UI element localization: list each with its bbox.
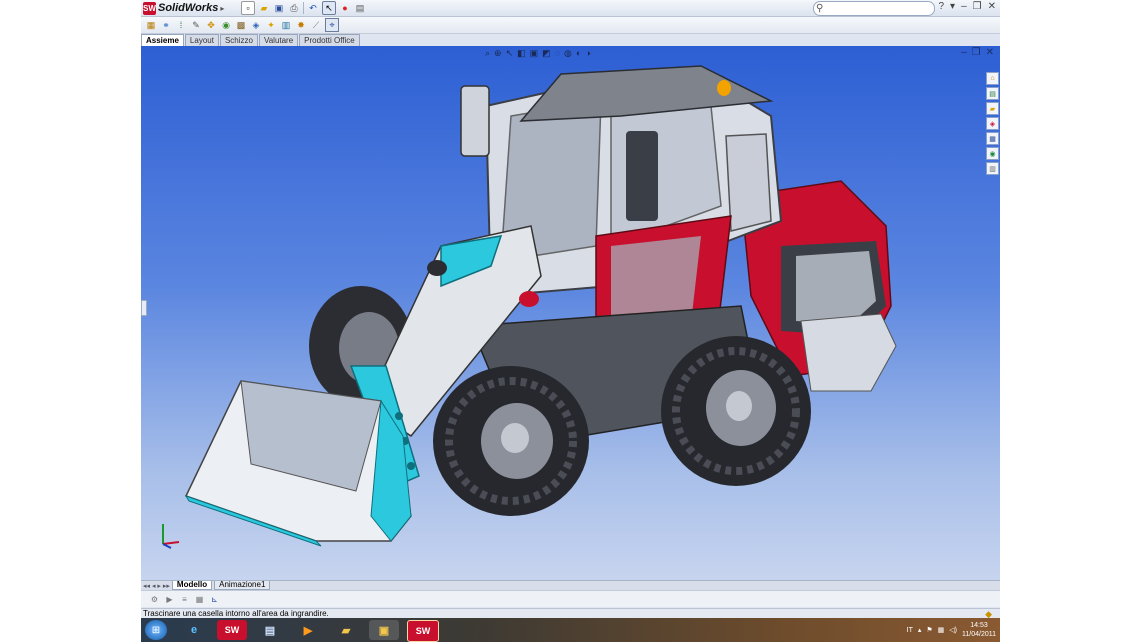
solidworks-window: SW SolidWorks ▸ ▫ ▰ ▣ ⎙ ↶ ↖ ● ▤ ⚲ ? ▾ – … <box>141 0 1000 618</box>
rebuild-icon[interactable]: ● <box>339 2 351 14</box>
document-icon[interactable]: ▤ <box>255 620 285 640</box>
search-results-icon[interactable]: ◈ <box>986 117 999 130</box>
tab-layout[interactable]: Layout <box>184 34 219 46</box>
clock-date: 11/04/2011 <box>962 631 996 638</box>
results-plot-icon[interactable]: ⊾ <box>209 594 220 605</box>
solidworks-resources-icon[interactable]: ⌂ <box>986 72 999 85</box>
custom-properties-icon[interactable]: ▥ <box>986 162 999 175</box>
exploded-view-icon[interactable]: ✸ <box>295 19 307 31</box>
linear-pattern-icon[interactable]: ⁞ <box>175 19 187 31</box>
menu-arrow-icon[interactable]: ▸ <box>220 4 224 13</box>
action-center-icon[interactable]: ⚑ <box>926 626 932 634</box>
appearances-icon[interactable]: ◉ <box>986 147 999 160</box>
model-tabs-bar: ◂◂ ◂ ▸ ▸▸ Modello Animazione1 <box>141 580 1000 590</box>
search-input[interactable] <box>823 3 928 14</box>
tab-assieme[interactable]: Assieme <box>141 34 184 46</box>
solidworks-taskbar-icon[interactable]: SW <box>217 620 247 640</box>
tab-prodotti-office[interactable]: Prodotti Office <box>299 34 360 46</box>
app-title: SolidWorks <box>158 2 219 14</box>
folder-icon[interactable]: ▰ <box>331 620 361 640</box>
volume-icon[interactable]: ◁) <box>949 626 957 634</box>
media-player-icon[interactable]: ▶ <box>293 620 323 640</box>
quick-access-toolbar: ▫ ▰ ▣ ⎙ ↶ ↖ ● ▤ <box>241 1 366 15</box>
command-manager-tabs: Assieme Layout Schizzo Valutare Prodotti… <box>141 34 360 46</box>
view-palette-icon[interactable]: ▦ <box>986 132 999 145</box>
reference-geometry-icon[interactable]: ◈ <box>250 19 262 31</box>
smart-fasteners-icon[interactable]: ✎ <box>190 19 202 31</box>
rear-wheel[interactable] <box>661 336 811 486</box>
minimize-button[interactable]: – <box>961 1 967 12</box>
title-bar: SW SolidWorks ▸ ▫ ▰ ▣ ⎙ ↶ ↖ ● ▤ ⚲ ? ▾ – … <box>141 0 1000 17</box>
bill-of-materials-icon[interactable]: ▥ <box>280 19 292 31</box>
new-motion-study-icon[interactable]: ✦ <box>265 19 277 31</box>
play-icon[interactable]: ▶ <box>164 594 175 605</box>
restore-button[interactable]: ❐ <box>973 1 982 12</box>
task-pane-tabs: ⌂ ▤ ▰ ◈ ▦ ◉ ▥ <box>986 72 1000 175</box>
undo-icon[interactable]: ↶ <box>307 2 319 14</box>
design-library-icon[interactable]: ▤ <box>986 87 999 100</box>
front-wheel[interactable] <box>433 366 589 516</box>
network-icon[interactable]: ▦ <box>938 626 945 634</box>
clock-time: 14:53 <box>970 622 988 629</box>
windows-taskbar: ⊞ e SW ▤ ▶ ▰ ▣ SW IT ▴ ⚑ ▦ ◁) 14:53 11/0… <box>141 618 1000 642</box>
language-indicator[interactable]: IT <box>907 627 913 634</box>
move-component-icon[interactable]: ✥ <box>205 19 217 31</box>
rebuild-status-icon[interactable]: ◆ <box>985 609 992 618</box>
options-icon[interactable]: ▤ <box>354 2 366 14</box>
timeline-icon[interactable]: ≡ <box>179 594 190 605</box>
help-dropdown-icon[interactable]: ▾ <box>950 1 955 12</box>
solidworks-logo-icon: SW <box>143 1 156 15</box>
tray-arrow-icon[interactable]: ▴ <box>918 626 922 634</box>
clock[interactable]: 14:53 11/04/2011 <box>962 621 996 639</box>
calculate-icon[interactable]: ⚙ <box>149 594 160 605</box>
tab-animazione1[interactable]: Animazione1 <box>214 581 271 590</box>
wheel-loader-model <box>184 65 897 547</box>
search-box[interactable]: ⚲ <box>813 1 935 16</box>
explode-line-icon[interactable]: ⟋ <box>310 19 322 31</box>
print-icon[interactable]: ⎙ <box>288 2 300 14</box>
loader-bucket <box>184 380 412 547</box>
window-controls: ? ▾ – ❐ ✕ <box>938 1 996 12</box>
toolbar-separator <box>303 2 304 14</box>
tab-schizzo[interactable]: Schizzo <box>219 34 258 46</box>
tab-modello[interactable]: Modello <box>171 581 213 590</box>
solidworks-active-window-icon[interactable]: SW <box>407 620 439 642</box>
command-manager-toolbar: ▦ ⚭ ⁞ ✎ ✥ ◉ ▩ ◈ ✦ ▥ ✸ ⟋ ⌖ <box>141 17 1000 34</box>
app-logo[interactable]: SW SolidWorks ▸ <box>143 1 224 15</box>
motion-study-toolbar: ⚙ ▶ ≡ ▦ ⊾ <box>141 590 1000 607</box>
search-icon: ⚲ <box>816 3 824 14</box>
start-button[interactable]: ⊞ <box>145 620 167 640</box>
insert-component-icon[interactable]: ▦ <box>145 19 157 31</box>
internet-explorer-icon[interactable]: e <box>179 620 209 640</box>
status-bar: Trascinare una casella intorno all'area … <box>141 608 1000 618</box>
graphics-viewport[interactable]: ⌕ ⊕ ↖ ◧ ▣ ◩ ◌ ◍ ◐ ◑ – ❐ ✕ ⌂ ▤ ▰ ◈ ▦ ◉ ▥ <box>141 46 1000 580</box>
new-document-icon[interactable]: ▫ <box>241 1 255 15</box>
assembly-features-icon[interactable]: ▩ <box>235 19 247 31</box>
status-message: Trascinare una casella intorno all'area … <box>143 609 329 618</box>
open-folder-icon[interactable]: ▰ <box>258 2 270 14</box>
reference-triad-icon <box>162 524 180 549</box>
close-button[interactable]: ✕ <box>988 1 996 12</box>
system-tray: IT ▴ ⚑ ▦ ◁) 14:53 11/04/2011 <box>907 619 996 641</box>
network-folder-icon[interactable]: ▣ <box>369 620 399 640</box>
file-explorer-icon[interactable]: ▰ <box>986 102 999 115</box>
show-hidden-icon[interactable]: ◉ <box>220 19 232 31</box>
instant3d-icon[interactable]: ⌖ <box>325 18 339 32</box>
select-icon[interactable]: ↖ <box>322 1 336 15</box>
keyframe-icon[interactable]: ▦ <box>194 594 205 605</box>
tab-scroll-arrows[interactable]: ◂◂ ◂ ▸ ▸▸ <box>143 582 170 590</box>
help-icon[interactable]: ? <box>938 1 944 12</box>
mate-icon[interactable]: ⚭ <box>160 19 172 31</box>
tab-valutare[interactable]: Valutare <box>258 34 299 46</box>
save-icon[interactable]: ▣ <box>273 2 285 14</box>
